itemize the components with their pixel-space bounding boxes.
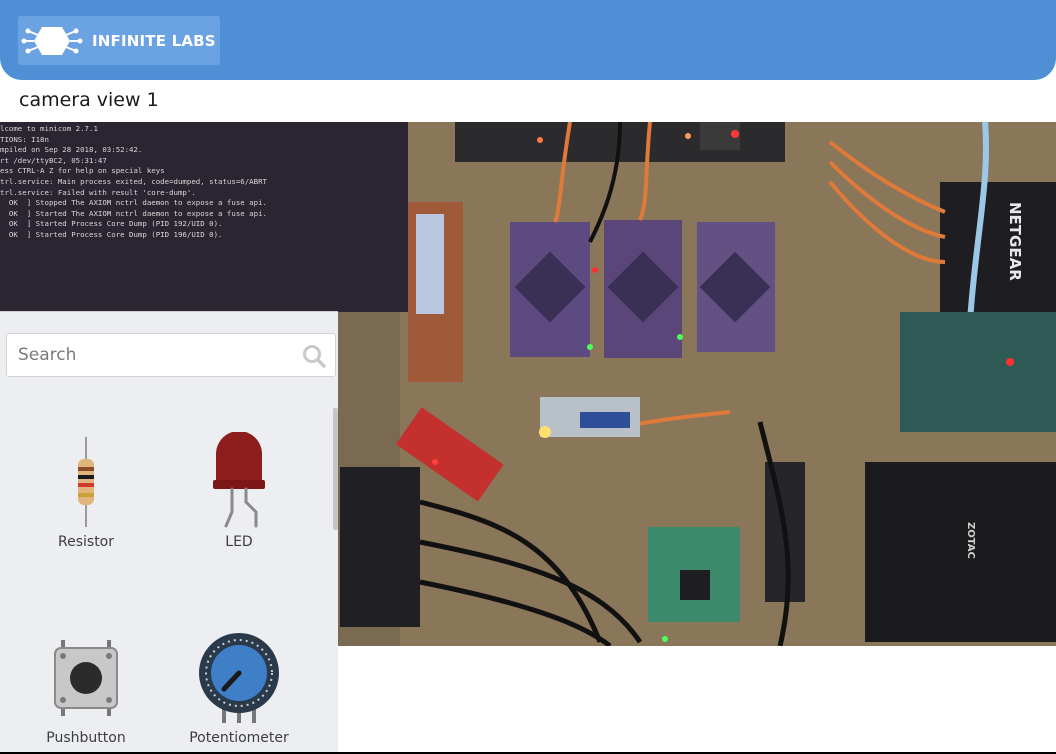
search-input[interactable] <box>7 345 287 365</box>
svg-text:NETGEAR: NETGEAR <box>1006 202 1024 281</box>
hexagon-circuit-logo-icon <box>21 26 83 55</box>
terminal-line: TIONS: I18n <box>0 134 49 144</box>
component-led[interactable]: LED <box>179 432 299 550</box>
app-header: INFINITE LABS <box>0 0 1056 80</box>
pushbutton-icon <box>26 628 146 728</box>
potentiometer-icon <box>179 628 299 728</box>
terminal-line: trl.service: Failed with result 'core-du… <box>0 187 196 197</box>
component-resistor[interactable]: Resistor <box>26 432 146 550</box>
component-label: Resistor <box>58 534 114 550</box>
component-label: LED <box>225 534 253 550</box>
terminal-line: OK ] Started Process Core Dump (PID 196/… <box>0 229 223 239</box>
resistor-icon <box>26 432 146 532</box>
terminal-line: mpiled on Sep 28 2018, 03:52:42. <box>0 145 143 155</box>
component-panel: Resistor LED <box>0 311 338 754</box>
svg-text:ZOTAC: ZOTAC <box>965 522 976 559</box>
terminal-line: rt /dev/ttyBC2, 05:31:47 <box>0 155 107 165</box>
terminal-line: OK ] Stopped The AXIOM nctrl daemon to e… <box>0 198 267 208</box>
camera-view-title: camera view 1 <box>19 89 159 111</box>
terminal-line: lcome to minicom 2.7.1 <box>0 124 98 133</box>
terminal-line: OK ] Started The AXIOM nctrl daemon to e… <box>0 208 267 218</box>
component-pushbutton[interactable]: Pushbutton <box>26 628 146 746</box>
component-label: Pushbutton <box>46 730 126 746</box>
terminal-line: OK ] Started Process Core Dump (PID 192/… <box>0 219 223 229</box>
serial-terminal[interactable]: lcome to minicom 2.7.1 TIONS: I18n mpile… <box>0 122 408 312</box>
component-potentiometer[interactable]: Potentiometer <box>179 628 299 746</box>
led-icon <box>179 432 299 532</box>
search-box[interactable] <box>6 333 336 377</box>
component-label: Potentiometer <box>189 730 289 746</box>
terminal-line: ess CTRL-A Z for help on special keys <box>0 166 165 176</box>
panel-scrollbar[interactable] <box>333 408 338 530</box>
brand-name: INFINITE LABS <box>92 31 216 50</box>
brand-logo[interactable]: INFINITE LABS <box>18 16 220 65</box>
terminal-line: trl.service: Main process exited, code=d… <box>0 176 267 186</box>
search-icon[interactable] <box>301 343 327 369</box>
